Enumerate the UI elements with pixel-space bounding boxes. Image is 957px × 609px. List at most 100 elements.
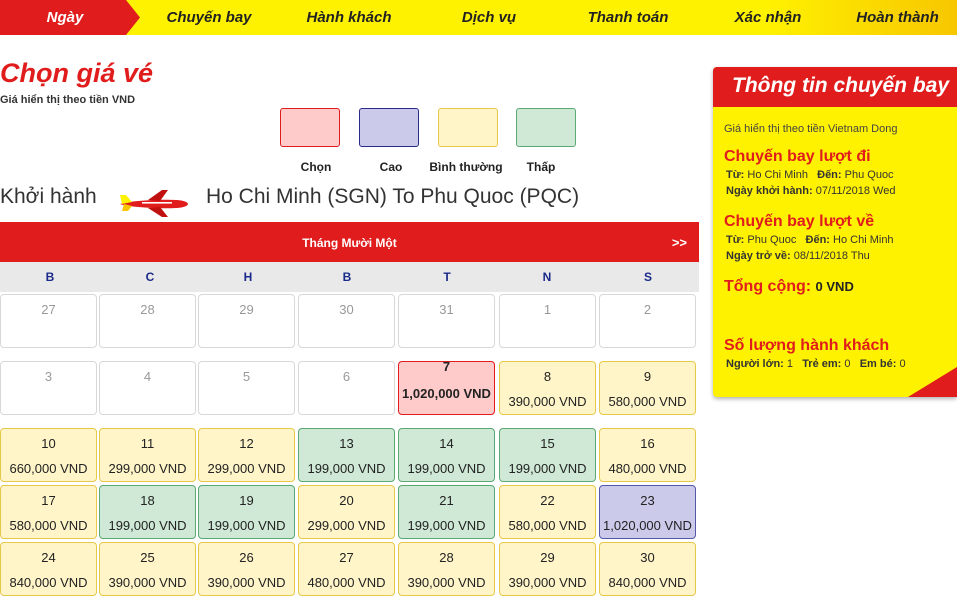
calendar-day[interactable]: 30 840,000 VND xyxy=(599,542,696,596)
day-number: 7 xyxy=(442,359,451,374)
day-price: 299,000 VND xyxy=(307,518,386,533)
page-title: Chọn giá vé xyxy=(0,58,154,88)
day-number: 31 xyxy=(439,302,454,317)
step-payment[interactable]: Thanh toán xyxy=(558,0,698,35)
day-number: 27 xyxy=(339,550,354,565)
step-flight[interactable]: Chuyến bay xyxy=(140,0,278,35)
calendar-day[interactable]: 8 390,000 VND xyxy=(499,361,596,415)
day-number: 23 xyxy=(640,493,655,508)
calendar-day[interactable]: 15 199,000 VND xyxy=(499,428,596,482)
day-number: 8 xyxy=(543,369,552,384)
weekday-row: B C H B T N S xyxy=(0,262,699,292)
day-price: 390,000 VND xyxy=(508,394,587,409)
calendar-day[interactable]: 12 299,000 VND xyxy=(198,428,295,482)
outbound-date: Ngày khởi hành: 07/11/2018 Wed xyxy=(726,185,895,197)
day-price: 299,000 VND xyxy=(108,461,187,476)
calendar-month: Tháng Mười Một xyxy=(302,236,397,250)
to-value: Phu Quoc xyxy=(844,169,894,181)
return-heading: Chuyến bay lượt về xyxy=(724,213,875,230)
step-date-active[interactable]: Ngày xyxy=(0,0,140,35)
calendar-day[interactable]: 24 840,000 VND xyxy=(0,542,97,596)
day-number: 6 xyxy=(342,369,351,384)
date-label: Ngày trở về: xyxy=(726,250,791,262)
calendar-day[interactable]: 21 199,000 VND xyxy=(398,485,495,539)
step-confirm[interactable]: Xác nhận xyxy=(698,0,838,35)
day-number: 29 xyxy=(239,302,254,317)
day-price: 480,000 VND xyxy=(307,575,386,590)
from-value: Ho Chi Minh xyxy=(747,169,808,181)
day-number: 21 xyxy=(439,493,454,508)
calendar-day[interactable]: 18 199,000 VND xyxy=(99,485,196,539)
to-label: Đến: xyxy=(817,169,842,181)
day-number: 16 xyxy=(640,436,655,451)
calendar-day[interactable]: 27 480,000 VND xyxy=(298,542,395,596)
day-price: 390,000 VND xyxy=(508,575,587,590)
calendar-day-unavailable: 29 xyxy=(198,294,295,348)
day-price: 840,000 VND xyxy=(9,575,88,590)
day-number: 19 xyxy=(239,493,254,508)
weekday-label: T xyxy=(443,270,451,284)
day-price: 390,000 VND xyxy=(207,575,286,590)
calendar-day[interactable]: 22 580,000 VND xyxy=(499,485,596,539)
calendar-day[interactable]: 17 580,000 VND xyxy=(0,485,97,539)
calendar-day[interactable]: 23 1,020,000 VND xyxy=(599,485,696,539)
calendar-day[interactable]: 28 390,000 VND xyxy=(398,542,495,596)
day-number: 25 xyxy=(140,550,155,565)
day-number: 26 xyxy=(239,550,254,565)
calendar-day[interactable]: 14 199,000 VND xyxy=(398,428,495,482)
day-price: 199,000 VND xyxy=(108,518,187,533)
calendar-day[interactable]: 25 390,000 VND xyxy=(99,542,196,596)
day-number: 11 xyxy=(140,436,155,451)
passenger-heading: Số lượng hành khách xyxy=(724,337,890,354)
from-label: Từ: xyxy=(726,169,745,181)
panel-corner-decoration xyxy=(908,367,957,397)
calendar-day-unavailable: 30 xyxy=(298,294,395,348)
weekday-label: N xyxy=(542,270,552,284)
day-price: 840,000 VND xyxy=(608,575,687,590)
calendar-day[interactable]: 11 299,000 VND xyxy=(99,428,196,482)
day-price: 390,000 VND xyxy=(108,575,187,590)
calendar-day[interactable]: 29 390,000 VND xyxy=(499,542,596,596)
day-price: 660,000 VND xyxy=(9,461,88,476)
weekday-label: H xyxy=(243,270,253,284)
calendar-day[interactable]: 7 1,020,000 VND xyxy=(398,359,495,415)
calendar-day-unavailable: 28 xyxy=(99,294,196,348)
calendar-day[interactable]: 19 199,000 VND xyxy=(198,485,295,539)
calendar-day-unavailable: 2 xyxy=(599,294,696,348)
legend-swatch-selected xyxy=(280,108,340,147)
day-number: 15 xyxy=(540,436,555,451)
calendar-day-unavailable: 31 xyxy=(398,294,495,348)
legend-label-low: Thấp xyxy=(526,160,556,174)
weekday-label: B xyxy=(45,270,55,284)
day-number: 4 xyxy=(143,369,152,384)
day-price: 390,000 VND xyxy=(407,575,486,590)
calendar-day[interactable]: 16 480,000 VND xyxy=(599,428,696,482)
day-price: 580,000 VND xyxy=(508,518,587,533)
calendar-day[interactable]: 13 199,000 VND xyxy=(298,428,395,482)
calendar-day[interactable]: 9 580,000 VND xyxy=(599,361,696,415)
day-number: 14 xyxy=(439,436,454,451)
total-label: Tổng cộng: xyxy=(724,278,812,295)
calendar-day-unavailable: 5 xyxy=(198,361,295,415)
calendar-day[interactable]: 10 660,000 VND xyxy=(0,428,97,482)
calendar-day-unavailable: 1 xyxy=(499,294,596,348)
route-title: Ho Chi Minh (SGN) To Phu Quoc (PQC) xyxy=(206,185,580,208)
day-number: 1 xyxy=(543,302,552,317)
step-complete[interactable]: Hoàn thành xyxy=(838,0,957,35)
next-month-button[interactable]: >> xyxy=(672,235,687,250)
day-number: 12 xyxy=(239,436,254,451)
calendar-day-unavailable: 27 xyxy=(0,294,97,348)
step-passengers[interactable]: Hành khách xyxy=(278,0,420,35)
currency-note: Giá hiển thị theo tiền VND xyxy=(0,94,136,106)
departure-label: Khởi hành xyxy=(0,185,97,208)
calendar-day[interactable]: 20 299,000 VND xyxy=(298,485,395,539)
to-value: Ho Chi Minh xyxy=(833,234,894,246)
day-number: 22 xyxy=(540,493,555,508)
panel-currency-note: Giá hiển thị theo tiền Vietnam Dong xyxy=(724,123,898,135)
date-value: 07/11/2018 Wed xyxy=(815,185,896,197)
day-number: 9 xyxy=(643,369,652,384)
step-label: Ngày xyxy=(46,9,84,26)
step-services[interactable]: Dịch vụ xyxy=(420,0,558,35)
day-number: 30 xyxy=(339,302,354,317)
calendar-day[interactable]: 26 390,000 VND xyxy=(198,542,295,596)
